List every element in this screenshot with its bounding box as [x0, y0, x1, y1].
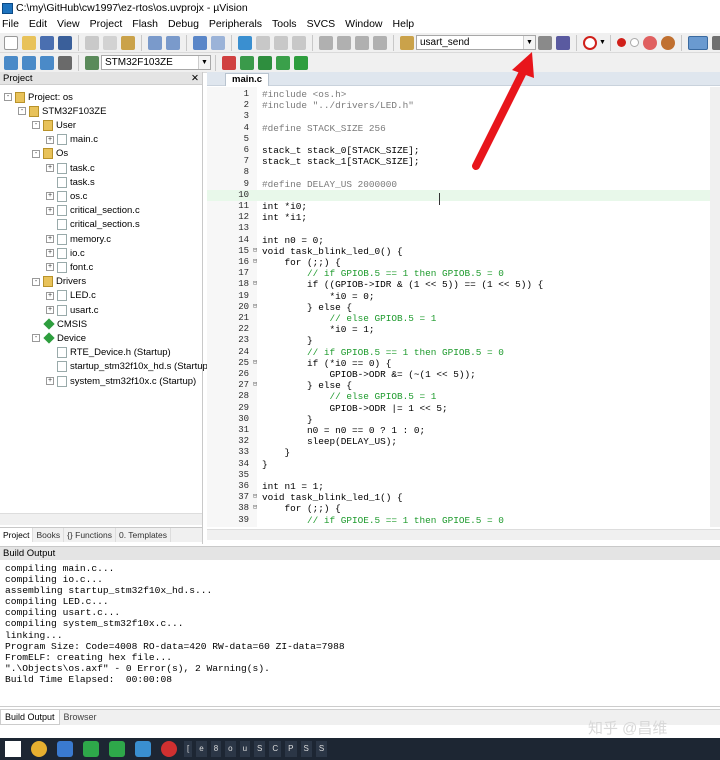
arrow-shaft	[472, 66, 528, 170]
uvision-window: C:\my\GitHub\cw1997\ez-rtos\os.uvprojx -…	[0, 0, 720, 760]
annotation-arrow	[472, 52, 534, 170]
